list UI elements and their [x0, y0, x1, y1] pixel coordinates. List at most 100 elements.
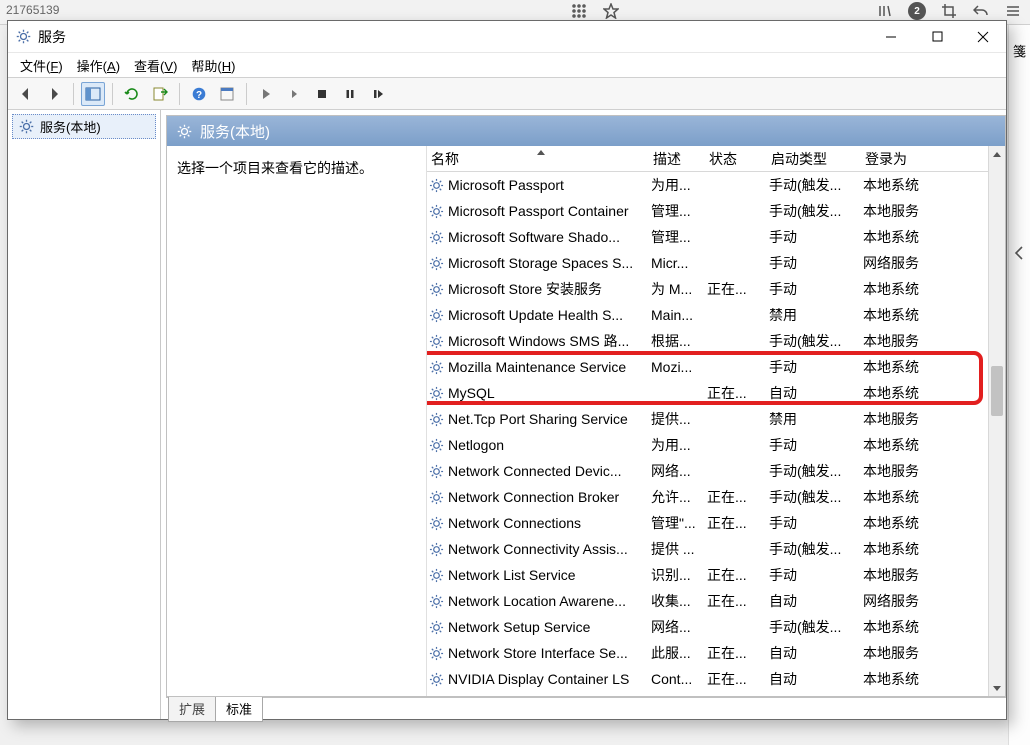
- service-logon: 本地系统: [863, 227, 1005, 247]
- service-logon: 本地系统: [863, 305, 1005, 325]
- services-window: 服务 文件(F) 操作(A) 查看(V) 帮助(H) ?: [7, 20, 1007, 720]
- menu-action[interactable]: 操作(A): [77, 56, 120, 75]
- service-row[interactable]: Network Connectivity Assis...提供 ...手动(触发…: [427, 536, 1005, 562]
- scroll-down-arrow-icon[interactable]: [989, 679, 1005, 696]
- service-name: Network Connected Devic...: [448, 463, 622, 479]
- service-row[interactable]: Microsoft Windows SMS 路...根据...手动(触发...本…: [427, 328, 1005, 354]
- start-service-small-button[interactable]: [282, 82, 306, 106]
- vertical-scrollbar[interactable]: [988, 146, 1005, 696]
- help-button[interactable]: ?: [187, 82, 211, 106]
- restart-service-button[interactable]: [366, 82, 390, 106]
- column-header-logon[interactable]: 登录为: [861, 149, 1005, 169]
- service-name: Netlogon: [448, 437, 504, 453]
- service-row[interactable]: Network Setup Service网络...手动(触发...本地系统: [427, 614, 1005, 640]
- tab-extended[interactable]: 扩展: [168, 697, 216, 722]
- service-row[interactable]: Network Connections管理"...正在...手动本地系统: [427, 510, 1005, 536]
- crop-icon[interactable]: [940, 2, 958, 20]
- column-header-startup[interactable]: 启动类型: [767, 149, 861, 169]
- service-row[interactable]: Network Connection Broker允许...正在...手动(触发…: [427, 484, 1005, 510]
- service-startup: 手动(触发...: [769, 175, 863, 195]
- refresh-button[interactable]: [120, 82, 144, 106]
- service-startup: 自动: [769, 643, 863, 663]
- service-status: 正在...: [707, 279, 769, 299]
- service-row[interactable]: Microsoft Update Health S...Main...禁用本地系…: [427, 302, 1005, 328]
- gear-icon: [429, 386, 444, 401]
- console-tree: 服务(本地): [8, 110, 161, 719]
- menu-help[interactable]: 帮助(H): [191, 56, 235, 75]
- service-startup: 手动: [769, 227, 863, 247]
- library-icon[interactable]: [876, 2, 894, 20]
- service-row[interactable]: Microsoft Storage Spaces S...Micr...手动网络…: [427, 250, 1005, 276]
- description-pane: 选择一个项目来查看它的描述。: [167, 146, 427, 696]
- scroll-up-arrow-icon[interactable]: [989, 146, 1005, 163]
- service-logon: 本地服务: [863, 461, 1005, 481]
- service-row[interactable]: Microsoft Passport为用...手动(触发...本地系统: [427, 172, 1005, 198]
- nav-back-button[interactable]: [14, 82, 38, 106]
- service-row[interactable]: Netlogon为用...手动本地系统: [427, 432, 1005, 458]
- service-desc: Mozi...: [651, 359, 707, 375]
- gear-icon: [429, 490, 444, 505]
- properties-button[interactable]: [215, 82, 239, 106]
- service-row[interactable]: Microsoft Passport Container管理...手动(触发..…: [427, 198, 1005, 224]
- service-name: Microsoft Passport Container: [448, 203, 629, 219]
- service-row[interactable]: Network Connected Devic...网络...手动(触发...本…: [427, 458, 1005, 484]
- service-row[interactable]: Microsoft Software Shado...管理...手动本地系统: [427, 224, 1005, 250]
- minimize-button[interactable]: [868, 22, 914, 52]
- service-startup: 禁用: [769, 409, 863, 429]
- star-icon[interactable]: [602, 2, 620, 20]
- menubar: 文件(F) 操作(A) 查看(V) 帮助(H): [8, 53, 1006, 78]
- service-startup: 手动: [769, 279, 863, 299]
- service-desc: 识别...: [651, 565, 707, 585]
- chevron-left-icon[interactable]: [1013, 245, 1025, 264]
- menu-icon[interactable]: [1004, 2, 1022, 20]
- service-logon: 本地系统: [863, 435, 1005, 455]
- content-body: 选择一个项目来查看它的描述。 名称 描述 状态 启动类型 登录为: [167, 146, 1005, 696]
- menu-file[interactable]: 文件(F): [20, 56, 63, 75]
- tabs-count-badge[interactable]: 2: [908, 2, 926, 20]
- tree-item-services-local[interactable]: 服务(本地): [12, 114, 156, 139]
- grid-icon[interactable]: [570, 2, 588, 20]
- column-header-status[interactable]: 状态: [705, 149, 767, 169]
- service-row[interactable]: Network List Service识别...正在...手动本地服务: [427, 562, 1005, 588]
- column-header-desc[interactable]: 描述: [649, 149, 705, 169]
- service-name: Network Setup Service: [448, 619, 590, 635]
- sort-indicator-icon: [537, 150, 545, 155]
- close-button[interactable]: [960, 22, 1006, 52]
- scroll-thumb[interactable]: [991, 366, 1003, 416]
- service-logon: 本地服务: [863, 331, 1005, 351]
- gear-icon: [429, 308, 444, 323]
- service-status: 正在...: [707, 383, 769, 403]
- gear-icon: [429, 438, 444, 453]
- service-name: Network Location Awarene...: [448, 593, 626, 609]
- service-startup: 手动: [769, 565, 863, 585]
- service-logon: 网络服务: [863, 253, 1005, 273]
- service-desc: 管理...: [651, 227, 707, 247]
- start-service-button[interactable]: [254, 82, 278, 106]
- service-row[interactable]: Microsoft Store 安装服务为 M...正在...手动本地系统: [427, 276, 1005, 302]
- service-desc: 允许...: [651, 487, 707, 507]
- pause-service-button[interactable]: [338, 82, 362, 106]
- service-startup: 手动(触发...: [769, 539, 863, 559]
- tab-standard[interactable]: 标准: [215, 697, 263, 722]
- service-name: Net.Tcp Port Sharing Service: [448, 411, 628, 427]
- service-name: Mozilla Maintenance Service: [448, 359, 626, 375]
- service-row[interactable]: Network Location Awarene...收集...正在...自动网…: [427, 588, 1005, 614]
- maximize-button[interactable]: [914, 22, 960, 52]
- service-row[interactable]: Net.Tcp Port Sharing Service提供...禁用本地服务: [427, 406, 1005, 432]
- service-name: Microsoft Store 安装服务: [448, 279, 602, 299]
- stop-service-button[interactable]: [310, 82, 334, 106]
- service-row[interactable]: MySQL正在...自动本地系统: [427, 380, 1005, 406]
- service-logon: 本地系统: [863, 487, 1005, 507]
- service-row[interactable]: Network Store Interface Se...此服...正在...自…: [427, 640, 1005, 666]
- service-desc: 管理...: [651, 201, 707, 221]
- service-desc: 提供...: [651, 409, 707, 429]
- show-hide-tree-button[interactable]: [81, 82, 105, 106]
- export-list-button[interactable]: [148, 82, 172, 106]
- gear-icon: [429, 464, 444, 479]
- menu-view[interactable]: 查看(V): [134, 56, 177, 75]
- service-row[interactable]: Mozilla Maintenance ServiceMozi...手动本地系统: [427, 354, 1005, 380]
- undo-icon[interactable]: [972, 2, 990, 20]
- gear-icon: [429, 594, 444, 609]
- service-row[interactable]: NVIDIA Display Container LSCont...正在...自…: [427, 666, 1005, 692]
- nav-forward-button[interactable]: [42, 82, 66, 106]
